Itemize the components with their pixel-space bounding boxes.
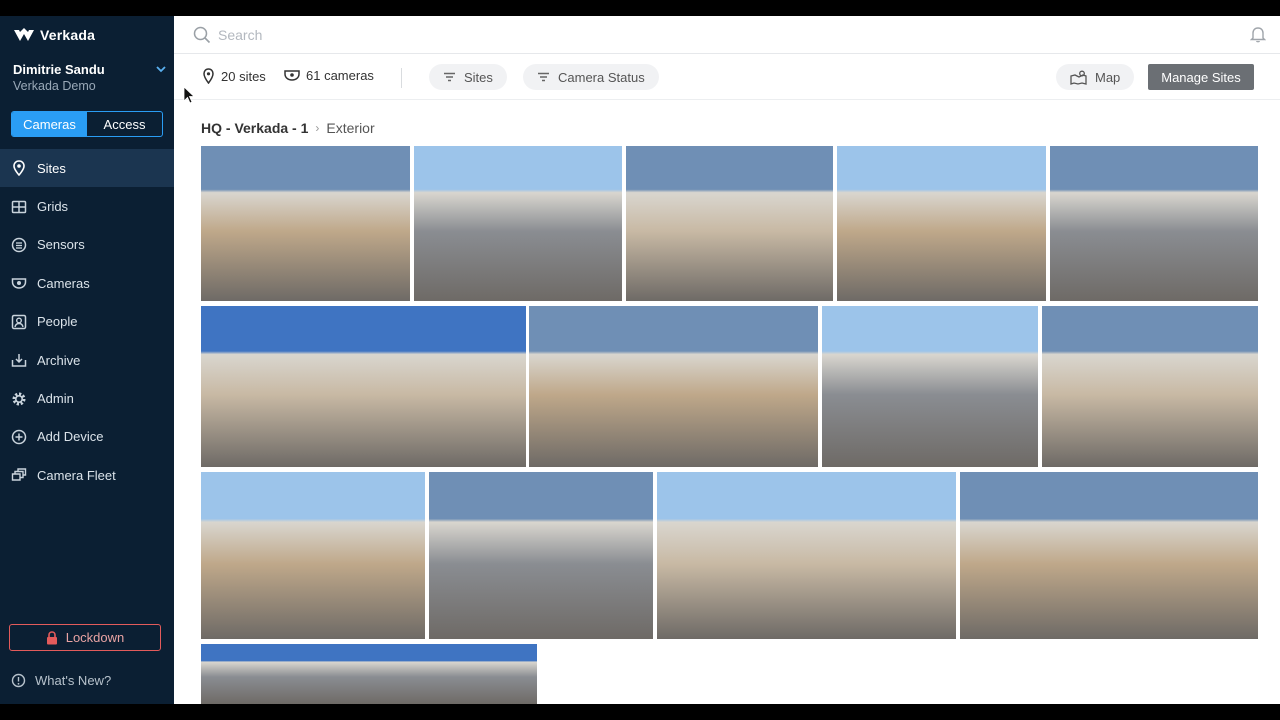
sidebar-item-grids[interactable]: Grids <box>0 187 174 225</box>
camera-feed-thumbnail[interactable] <box>837 146 1046 301</box>
plus-circle-icon <box>11 429 27 445</box>
filter-icon <box>538 72 549 82</box>
sidebar-item-sites[interactable]: Sites <box>0 149 174 188</box>
whats-new-label: What's New? <box>35 673 112 688</box>
verkada-logo-icon <box>14 28 34 41</box>
sidebar-item-admin[interactable]: Admin <box>0 379 174 417</box>
breadcrumb-current: Exterior <box>326 120 375 136</box>
sites-count: 20 sites <box>202 68 266 84</box>
pin-icon <box>203 68 214 84</box>
chevron-right-icon: › <box>315 121 320 135</box>
sites-filter-button[interactable]: Sites <box>429 64 507 90</box>
account-switcher[interactable]: Dimitrie Sandu Verkada Demo <box>13 62 168 93</box>
camera-feed-thumbnail[interactable] <box>960 472 1258 639</box>
sidebar-item-cameras[interactable]: Cameras <box>0 264 174 302</box>
sidebar-item-label: Admin <box>37 391 74 407</box>
archive-icon <box>11 354 27 367</box>
breadcrumb: HQ - Verkada - 1 › Exterior <box>201 120 375 136</box>
camera-feed-thumbnail[interactable] <box>201 644 537 704</box>
camera-feed-thumbnail[interactable] <box>657 472 956 639</box>
sidebar-item-label: Cameras <box>37 275 90 291</box>
sidebar-nav: Sites Grids Sensors Cameras People Archi… <box>0 149 174 495</box>
sidebar-item-people[interactable]: People <box>0 303 174 341</box>
sidebar-item-label: Sites <box>37 160 66 176</box>
camera-feed-thumbnail[interactable] <box>626 146 833 301</box>
mouse-cursor-icon <box>183 86 195 104</box>
breadcrumb-site[interactable]: HQ - Verkada - 1 <box>201 120 308 136</box>
camera-feed-thumbnail[interactable] <box>201 306 526 467</box>
camera-feed-thumbnail[interactable] <box>201 472 425 639</box>
camera-feed-thumbnail[interactable] <box>414 146 622 301</box>
org-name: Verkada Demo <box>13 79 96 93</box>
lockdown-label: Lockdown <box>65 630 125 645</box>
toggle-access[interactable]: Access <box>87 112 162 136</box>
camera-icon <box>284 69 300 81</box>
map-label: Map <box>1095 69 1121 85</box>
search-input[interactable] <box>218 25 818 45</box>
map-button[interactable]: Map <box>1056 64 1135 90</box>
brand-logo[interactable]: Verkada <box>14 27 95 43</box>
sidebar-item-camera-fleet[interactable]: Camera Fleet <box>0 456 174 494</box>
search-bar <box>174 16 1280 54</box>
grid-icon <box>11 200 27 213</box>
sites-filter-label: Sites <box>464 69 493 85</box>
sidebar-item-label: Camera Fleet <box>37 467 116 483</box>
user-name: Dimitrie Sandu <box>13 62 105 77</box>
sidebar-item-archive[interactable]: Archive <box>0 341 174 379</box>
cameras-count: 61 cameras <box>284 68 374 83</box>
camera-feed-thumbnail[interactable] <box>1042 306 1258 467</box>
camera-status-filter-label: Camera Status <box>558 69 645 85</box>
main-content: 20 sites 61 cameras Sites Camera Status … <box>174 16 1280 704</box>
camera-feed-thumbnail[interactable] <box>822 306 1038 467</box>
whats-new-link[interactable]: What's New? <box>11 673 111 688</box>
sidebar-item-label: People <box>37 314 78 330</box>
sidebar-item-label: Archive <box>37 352 81 368</box>
camera-feed-thumbnail[interactable] <box>429 472 653 639</box>
camera-feed-thumbnail[interactable] <box>529 306 818 467</box>
filter-icon <box>444 72 455 82</box>
sites-count-label: 20 sites <box>221 68 266 84</box>
info-icon <box>11 673 26 688</box>
toolbar: 20 sites 61 cameras Sites Camera Status … <box>174 55 1280 100</box>
camera-status-filter-button[interactable]: Camera Status <box>523 64 659 90</box>
camera-feed-thumbnail[interactable] <box>201 146 410 301</box>
app-window: Verkada Dimitrie Sandu Verkada Demo Came… <box>0 16 1280 704</box>
sidebar-item-sensors[interactable]: Sensors <box>0 226 174 264</box>
brand-name: Verkada <box>40 27 96 43</box>
sidebar-item-label: Add Device <box>37 429 104 445</box>
sidebar-item-label: Sensors <box>37 237 85 253</box>
sidebar-item-label: Grids <box>37 199 69 215</box>
pin-icon <box>13 160 25 177</box>
manage-sites-button[interactable]: Manage Sites <box>1148 64 1254 90</box>
sensor-icon <box>11 237 27 253</box>
sidebar-item-add-device[interactable]: Add Device <box>0 418 174 456</box>
cameras-count-label: 61 cameras <box>306 68 374 83</box>
lockdown-button[interactable]: Lockdown <box>9 624 161 651</box>
camera-feed-thumbnail[interactable] <box>1050 146 1258 301</box>
search-icon <box>193 26 211 44</box>
person-icon <box>11 314 27 329</box>
gear-icon <box>12 392 26 406</box>
toolbar-divider <box>401 68 402 88</box>
chevron-down-icon[interactable] <box>154 62 168 76</box>
lock-icon <box>46 630 57 644</box>
map-icon <box>1070 70 1087 85</box>
bell-icon[interactable] <box>1250 25 1266 43</box>
sidebar: Verkada Dimitrie Sandu Verkada Demo Came… <box>0 16 174 704</box>
product-toggle: Cameras Access <box>11 111 163 137</box>
fleet-icon <box>11 468 27 482</box>
toggle-cameras[interactable]: Cameras <box>12 112 87 136</box>
camera-icon <box>11 278 27 290</box>
